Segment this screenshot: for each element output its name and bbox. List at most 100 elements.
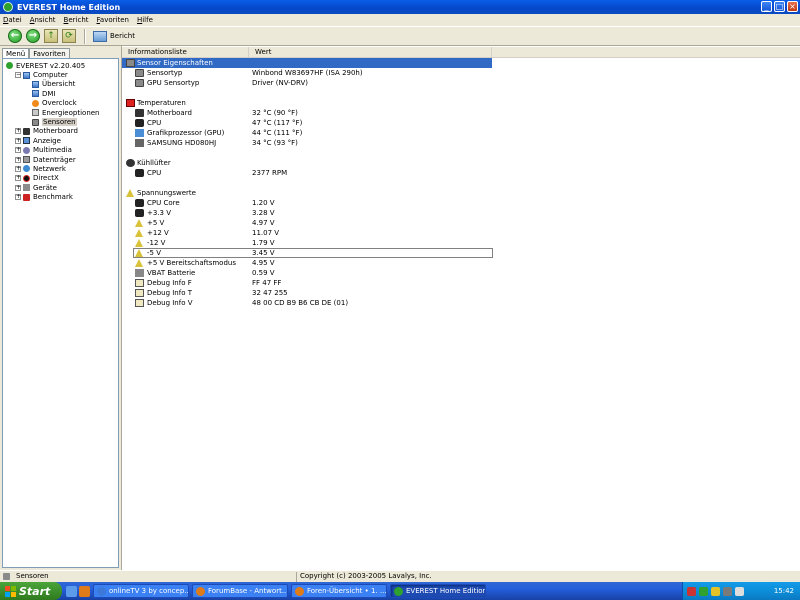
tray-icon[interactable] <box>687 586 696 596</box>
taskbar-button[interactable]: ForumBase - Antwort... <box>192 584 288 598</box>
list-item[interactable]: -12 V 1.79 V <box>122 238 800 248</box>
field-name: +3.3 V <box>147 209 172 217</box>
expand-icon[interactable]: + <box>15 194 21 201</box>
cpu-icon <box>135 209 144 217</box>
computer-icon <box>32 90 39 98</box>
desktop-icon[interactable] <box>66 585 77 597</box>
tree-item-label: Anzeige <box>33 136 61 145</box>
tree-item[interactable]: + Netzwerk <box>3 164 118 173</box>
expand-icon[interactable]: + <box>15 184 21 191</box>
expand-icon[interactable]: + <box>15 165 21 172</box>
menu-datei[interactable]: Datei <box>3 16 22 24</box>
refresh-button[interactable]: ⟳ <box>62 29 76 43</box>
tree-item[interactable]: + Multimedia <box>3 146 118 155</box>
computer-icon <box>23 71 30 79</box>
list-item[interactable]: CPU 47 °C (117 °F) <box>122 118 800 128</box>
warning-icon <box>135 229 143 237</box>
section-header[interactable]: Temperaturen <box>122 98 800 108</box>
field-value: 3.45 V <box>252 249 275 257</box>
tree-item[interactable]: + Benchmark <box>3 192 118 201</box>
firefox-icon[interactable] <box>79 585 90 597</box>
tree-item[interactable]: DMI <box>3 89 118 98</box>
tree-item[interactable]: + DirectX <box>3 174 118 183</box>
tray-icon[interactable] <box>711 586 720 596</box>
tray-icon[interactable] <box>723 586 732 596</box>
window-controls: _ □ × <box>761 1 798 12</box>
list-item[interactable]: GPU Sensortyp Driver (NV-DRV) <box>122 78 800 88</box>
start-button[interactable]: Start <box>0 582 62 600</box>
expand-icon[interactable]: + <box>15 128 21 135</box>
list-item[interactable]: +12 V 11.07 V <box>122 228 800 238</box>
tree-item[interactable]: Overclock <box>3 99 118 108</box>
cpu-icon <box>135 169 144 177</box>
close-button[interactable]: × <box>787 1 798 12</box>
everest-icon <box>6 62 13 70</box>
list-item[interactable]: CPU Core 1.20 V <box>122 198 800 208</box>
field-name: CPU Core <box>147 199 180 207</box>
tray-icon[interactable] <box>699 586 708 596</box>
everest-icon <box>394 586 403 596</box>
expand-icon[interactable]: + <box>15 137 21 144</box>
volume-icon[interactable] <box>735 586 744 596</box>
tree-item-label: Datenträger <box>33 155 76 164</box>
forward-button[interactable]: → <box>26 29 40 43</box>
collapse-icon[interactable]: − <box>15 72 21 79</box>
column-header-value[interactable]: Wert <box>249 47 492 57</box>
report-label: Bericht <box>110 32 135 40</box>
back-button[interactable]: ← <box>8 29 22 43</box>
list-item[interactable]: CPU 2377 RPM <box>122 168 800 178</box>
tree-item[interactable]: − Computer <box>3 70 118 79</box>
list-item[interactable]: Debug Info F FF 47 FF <box>122 278 800 288</box>
motherboard-icon <box>23 127 30 135</box>
maximize-button[interactable]: □ <box>774 1 785 12</box>
menu-favoriten[interactable]: Favoriten <box>97 16 129 24</box>
taskbar-button[interactable]: EVEREST Home Edition <box>390 584 486 598</box>
expand-icon[interactable]: + <box>15 175 21 182</box>
up-button[interactable]: ↑ <box>44 29 58 43</box>
taskbar-button[interactable]: Foren-Übersicht • 1. ... <box>291 584 387 598</box>
list-item[interactable]: +5 V Bereitschaftsmodus 4.95 V <box>122 258 800 268</box>
list-item[interactable]: +3.3 V 3.28 V <box>122 208 800 218</box>
expand-icon[interactable]: + <box>15 147 21 154</box>
list-item[interactable]: SAMSUNG HD080HJ 34 °C (93 °F) <box>122 138 800 148</box>
field-name: CPU <box>147 169 162 177</box>
section-title: Temperaturen <box>137 99 186 107</box>
column-header-field[interactable]: Informationsliste <box>122 47 249 57</box>
field-name: Debug Info V <box>147 299 193 307</box>
list-item[interactable]: Debug Info V 48 00 CD B9 B6 CB DE (01) <box>122 298 800 308</box>
tree-item[interactable]: Übersicht <box>3 80 118 89</box>
section-header[interactable]: Sensor Eigenschaften <box>122 58 492 68</box>
field-value: 2377 RPM <box>252 169 288 177</box>
tree-item[interactable]: + Anzeige <box>3 136 118 145</box>
expand-icon[interactable]: + <box>15 156 21 163</box>
taskbar-button-label: Foren-Übersicht • 1. ... <box>307 587 387 595</box>
menu-ansicht[interactable]: Ansicht <box>30 16 56 24</box>
list-item[interactable]: Debug Info T 32 47 255 <box>122 288 800 298</box>
tree-item[interactable]: + Geräte <box>3 183 118 192</box>
tree-item[interactable]: Sensoren <box>3 117 118 127</box>
tree-item[interactable]: Energieoptionen <box>3 108 118 117</box>
list-item[interactable]: VBAT Batterie 0.59 V <box>122 268 800 278</box>
menu-bericht[interactable]: Bericht <box>64 16 89 24</box>
list-item[interactable]: Grafikprozessor (GPU) 44 °C (111 °F) <box>122 128 800 138</box>
disk-icon <box>135 139 144 147</box>
list-item[interactable]: Sensortyp Winbond W83697HF (ISA 290h) <box>122 68 800 78</box>
field-value: 48 00 CD B9 B6 CB DE (01) <box>252 299 349 307</box>
tree-item[interactable]: + Datenträger <box>3 155 118 164</box>
menu-hilfe[interactable]: Hilfe <box>137 16 153 24</box>
list-item[interactable]: +5 V 4.97 V <box>122 218 800 228</box>
list-item[interactable]: Motherboard 32 °C (90 °F) <box>122 108 800 118</box>
firefox-icon <box>295 586 304 596</box>
section-header[interactable]: Spannungswerte <box>122 188 800 198</box>
section-title: Spannungswerte <box>137 189 196 197</box>
taskbar-button[interactable]: onlineTV 3 by concep... <box>93 584 189 598</box>
minimize-button[interactable]: _ <box>761 1 772 12</box>
field-name: SAMSUNG HD080HJ <box>147 139 217 147</box>
list-item[interactable]: -5 V 3.45 V <box>122 248 800 258</box>
field-value: Winbond W83697HF (ISA 290h) <box>252 69 363 77</box>
report-button[interactable]: Bericht <box>93 30 135 42</box>
tree-item[interactable]: + Motherboard <box>3 127 118 136</box>
section-header[interactable]: Kühllüfter <box>122 158 800 168</box>
tree-item[interactable]: EVEREST v2.20.405 <box>3 61 118 70</box>
start-label: Start <box>19 584 51 598</box>
